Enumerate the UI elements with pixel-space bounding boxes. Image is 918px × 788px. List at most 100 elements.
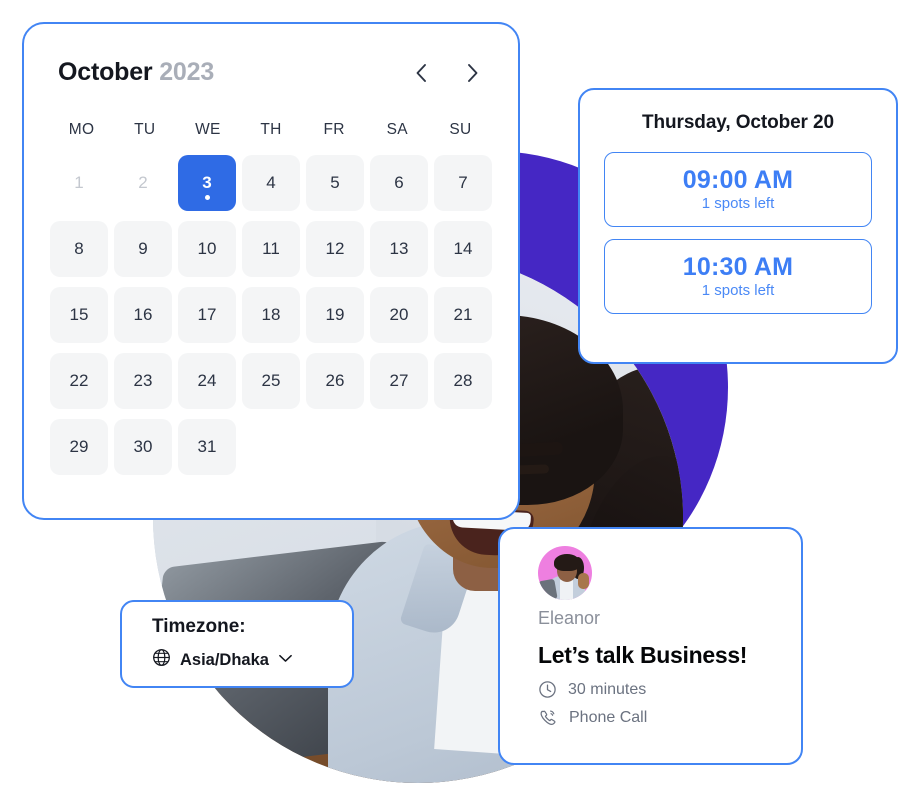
scheduling-widget-stage: October 2023 MO TU WE TH FR SA SU 1 2 3 …	[0, 0, 918, 788]
event-duration-row: 30 minutes	[538, 680, 779, 699]
calendar-day-number: 30	[133, 437, 153, 456]
chevron-left-icon	[415, 63, 427, 83]
calendar-day-9[interactable]: 9	[114, 221, 172, 277]
calendar-title: October 2023	[58, 58, 214, 87]
calendar-day-number: 25	[261, 371, 281, 390]
time-slot-availability: 1 spots left	[701, 195, 775, 212]
calendar-day-number: 15	[69, 305, 89, 324]
calendar-month: October	[58, 58, 153, 86]
event-location-text: Phone Call	[569, 709, 648, 726]
calendar-day-18[interactable]: 18	[242, 287, 300, 343]
event-duration-text: 30 minutes	[568, 680, 647, 698]
calendar-day-grid: 1 2 3 4 5 6 7 8 9 10 11 12 13 14 15 16 17 18 19 20 21 22 23 24 2…	[50, 155, 492, 475]
calendar-day-3[interactable]: 3	[178, 155, 236, 211]
calendar-day-number: 10	[197, 239, 217, 258]
calendar-day-8[interactable]: 8	[50, 221, 108, 277]
chevron-right-icon	[467, 63, 479, 83]
calendar-day-7[interactable]: 7	[434, 155, 492, 211]
calendar-day-16[interactable]: 16	[114, 287, 172, 343]
weekday-label: MO	[68, 121, 95, 138]
globe-icon	[152, 648, 171, 672]
calendar-day-23[interactable]: 23	[114, 353, 172, 409]
calendar-day-13[interactable]: 13	[370, 221, 428, 277]
calendar-day-27[interactable]: 27	[370, 353, 428, 409]
calendar-day-22[interactable]: 22	[50, 353, 108, 409]
calendar-day-number: 16	[133, 305, 153, 324]
calendar-day-26[interactable]: 26	[306, 353, 364, 409]
calendar-day-number: 6	[394, 173, 404, 192]
time-slot-time: 09:00 AM	[682, 166, 794, 194]
calendar-day-number: 12	[325, 239, 345, 258]
event-location-row: Phone Call	[538, 708, 779, 728]
timezone-label: Timezone:	[152, 616, 246, 637]
time-slot-time: 10:30 AM	[682, 253, 794, 281]
calendar-day-30[interactable]: 30	[114, 419, 172, 475]
calendar-day-number: 5	[330, 173, 340, 192]
calendar-day-4[interactable]: 4	[242, 155, 300, 211]
calendar-day-20[interactable]: 20	[370, 287, 428, 343]
calendar-day-number: 23	[133, 371, 153, 390]
calendar-day-number: 11	[262, 239, 280, 258]
next-month-button[interactable]	[462, 61, 484, 85]
host-name: Eleanor	[538, 608, 601, 628]
calendar-day-28[interactable]: 28	[434, 353, 492, 409]
calendar-header: October 2023	[50, 50, 492, 87]
timezone-card: Timezone: Asia/Dhaka	[120, 600, 354, 688]
calendar-day-21[interactable]: 21	[434, 287, 492, 343]
calendar-day-31[interactable]: 31	[178, 419, 236, 475]
calendar-year: 2023	[159, 58, 215, 86]
calendar-day-11[interactable]: 11	[242, 221, 300, 277]
calendar-day-15[interactable]: 15	[50, 287, 108, 343]
calendar-day-number: 17	[197, 305, 217, 324]
time-slot-availability: 1 spots left	[701, 282, 775, 299]
calendar-day-14[interactable]: 14	[434, 221, 492, 277]
calendar-day-number: 19	[325, 305, 345, 324]
weekday-label: SU	[449, 121, 472, 138]
calendar-day-number: 22	[69, 371, 89, 390]
weekday-label: FR	[323, 121, 345, 138]
time-slots-card: Thursday, October 20 09:00 AM 1 spots lef…	[578, 88, 898, 364]
timezone-selector[interactable]: Asia/Dhaka	[152, 648, 352, 672]
time-slot-option[interactable]: 09:00 AM 1 spots left	[604, 152, 872, 227]
calendar-day-12[interactable]: 12	[306, 221, 364, 277]
calendar-day-6[interactable]: 6	[370, 155, 428, 211]
calendar-day-number: 29	[69, 437, 89, 456]
weekday-label: TU	[134, 121, 156, 138]
calendar-weekday-header: MO TU WE TH FR SA SU	[50, 121, 492, 139]
avatar	[538, 546, 592, 600]
calendar-day-1: 1	[50, 155, 108, 211]
calendar-day-17[interactable]: 17	[178, 287, 236, 343]
calendar-day-10[interactable]: 10	[178, 221, 236, 277]
calendar-day-number: 26	[325, 371, 345, 390]
calendar-day-19[interactable]: 19	[306, 287, 364, 343]
prev-month-button[interactable]	[410, 61, 432, 85]
event-details-card: Eleanor Let’s talk Business! 30 minutes …	[498, 527, 803, 765]
calendar-day-number: 31	[197, 437, 217, 456]
calendar-day-number: 18	[261, 305, 281, 324]
time-slot-option[interactable]: 10:30 AM 1 spots left	[604, 239, 872, 314]
calendar-day-number: 3	[202, 173, 212, 192]
calendar-day-2: 2	[114, 155, 172, 211]
calendar-day-number: 20	[389, 305, 409, 324]
calendar-day-number: 7	[458, 173, 468, 192]
clock-icon	[538, 680, 557, 699]
calendar-day-25[interactable]: 25	[242, 353, 300, 409]
phone-call-icon	[538, 708, 558, 728]
calendar-day-number: 24	[197, 371, 217, 390]
calendar-day-number: 27	[389, 371, 409, 390]
calendar-day-29[interactable]: 29	[50, 419, 108, 475]
calendar-card: October 2023 MO TU WE TH FR SA SU 1 2 3 …	[22, 22, 520, 520]
calendar-day-number: 13	[389, 239, 409, 258]
calendar-day-number: 9	[138, 239, 148, 258]
calendar-day-event-dot	[204, 195, 210, 200]
calendar-day-5[interactable]: 5	[306, 155, 364, 211]
calendar-day-24[interactable]: 24	[178, 353, 236, 409]
calendar-nav	[410, 61, 484, 85]
weekday-label: TH	[260, 121, 282, 138]
calendar-day-number: 2	[138, 173, 148, 192]
calendar-day-number: 21	[453, 305, 473, 324]
calendar-day-number: 8	[74, 239, 84, 258]
calendar-day-number: 28	[453, 371, 473, 390]
calendar-day-number: 14	[453, 239, 473, 258]
chevron-down-icon	[278, 651, 293, 669]
